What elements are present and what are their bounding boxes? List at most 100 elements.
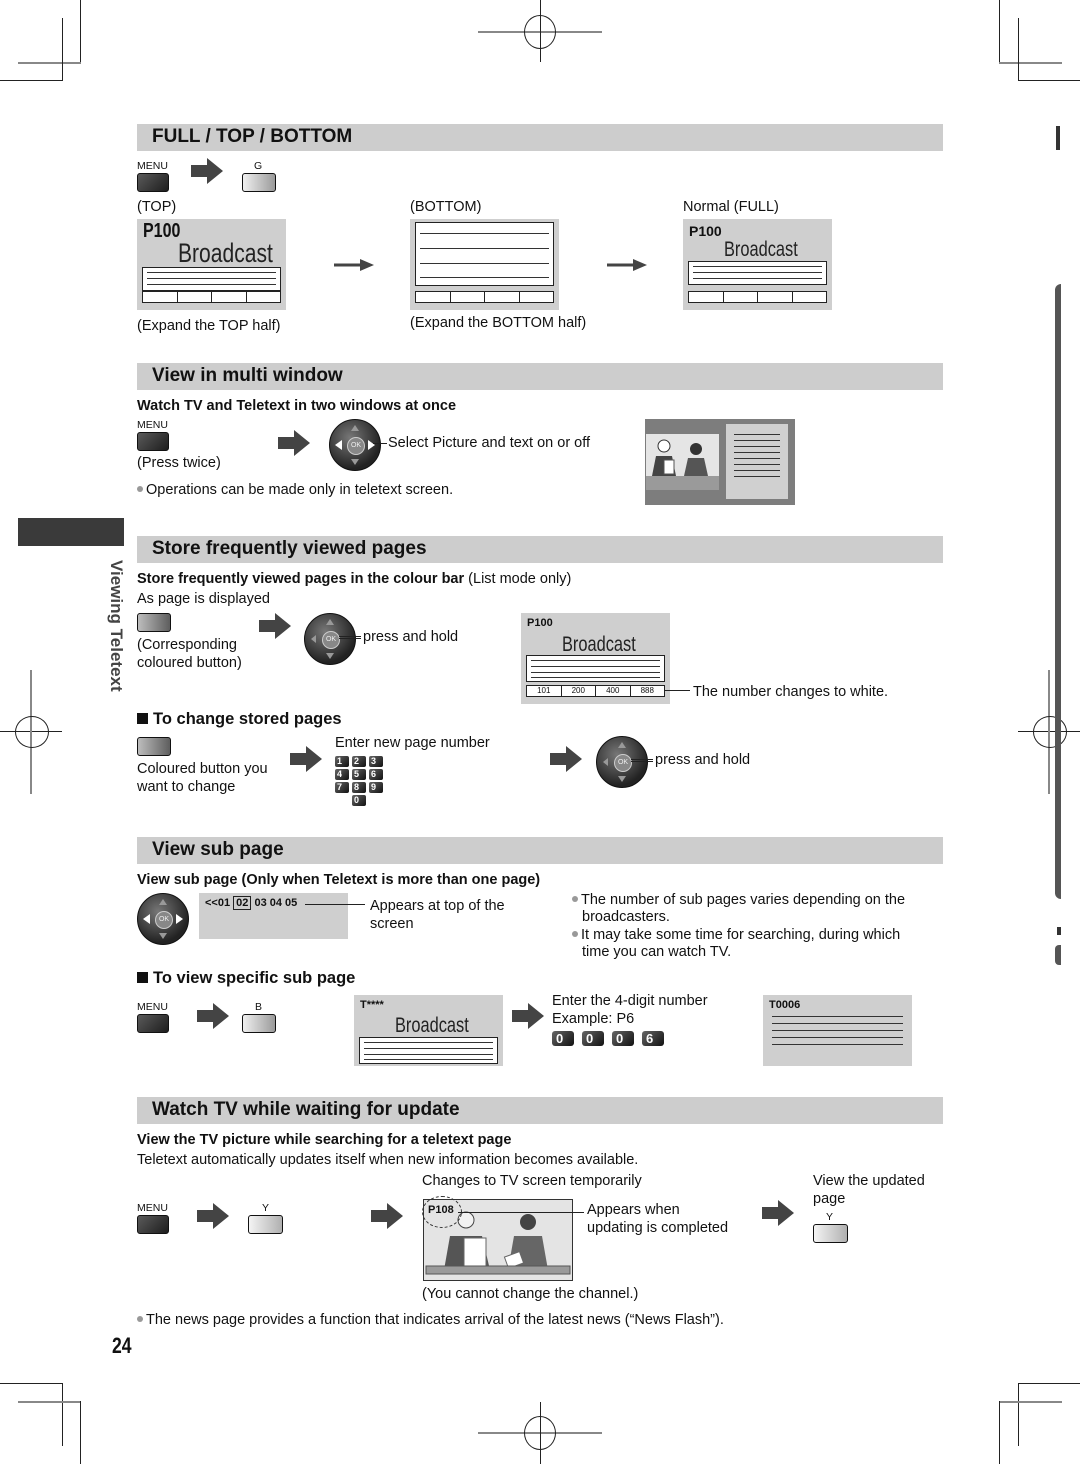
sub-page-note: time you can watch TV. xyxy=(582,944,732,960)
colour-key-label: G xyxy=(254,160,263,172)
view-updated-text: page xyxy=(813,1191,846,1207)
button-caption: Coloured button you xyxy=(137,761,268,777)
crop-mark xyxy=(0,80,63,81)
caption-bottom: (Expand the BOTTOM half) xyxy=(410,315,587,331)
arrow-right-icon xyxy=(191,158,223,184)
as-displayed-text: As page is displayed xyxy=(137,591,270,607)
bullet-icon xyxy=(137,486,143,493)
navigation-pad[interactable]: OK xyxy=(596,736,648,788)
key-7[interactable]: 7 xyxy=(335,782,349,793)
nav-arrows-icon xyxy=(311,619,334,659)
fastext-slot: 200 xyxy=(562,686,596,696)
multi-window-illustration xyxy=(645,419,795,505)
digit-key[interactable]: 0 xyxy=(582,1031,604,1046)
crop-mark xyxy=(80,0,81,63)
arrow-right-icon xyxy=(371,1203,403,1229)
key-4[interactable]: 4 xyxy=(335,769,349,780)
enter-digits-text: Enter the 4-digit number xyxy=(552,993,708,1009)
menu-button[interactable] xyxy=(137,1014,169,1033)
menu-key-label: MENU xyxy=(137,419,168,431)
arrow-right-icon xyxy=(197,1203,229,1229)
crop-mark xyxy=(999,62,1062,64)
yellow-button[interactable] xyxy=(813,1224,848,1243)
news-flash-note: The news page provides a function that i… xyxy=(137,1311,724,1329)
cannot-change-note: (You cannot change the channel.) xyxy=(422,1286,639,1302)
section-title: Store frequently viewed pages xyxy=(152,538,427,559)
menu-button[interactable] xyxy=(137,173,169,192)
key-9[interactable]: 9 xyxy=(369,782,383,793)
adjacent-page-edge xyxy=(1055,284,1061,899)
leader-line xyxy=(305,904,365,905)
select-picture-text: Select Picture and text on or off xyxy=(388,435,591,451)
fastext-bar xyxy=(688,291,827,303)
navigation-pad[interactable]: OK xyxy=(329,419,381,471)
key-1[interactable]: 1 xyxy=(335,756,349,767)
key-0[interactable]: 0 xyxy=(352,795,366,806)
tv-picture-icon xyxy=(646,434,719,490)
navigation-pad[interactable]: OK xyxy=(137,893,189,945)
green-button[interactable] xyxy=(242,173,276,192)
section-subtitle: View sub page (Only when Teletext is mor… xyxy=(137,872,541,888)
digit-key[interactable]: 6 xyxy=(642,1031,664,1046)
menu-key-label: MENU xyxy=(137,1202,168,1214)
registration-mark xyxy=(15,716,49,748)
key-5[interactable]: 5 xyxy=(352,769,366,780)
colour-key-label: Y xyxy=(262,1202,270,1214)
section-subtitle: Watch TV and Teletext in two windows at … xyxy=(137,398,457,414)
menu-button[interactable] xyxy=(137,432,169,451)
teletext-screen-result: T0006 xyxy=(763,995,912,1066)
menu-key-label: MENU xyxy=(137,1001,168,1013)
key-2[interactable]: 2 xyxy=(352,756,366,767)
arrow-right-icon xyxy=(550,746,582,772)
page-badge: P108 xyxy=(428,1204,454,1216)
appears-text: screen xyxy=(370,916,414,932)
section-title: FULL / TOP / BOTTOM xyxy=(152,126,353,147)
crop-mark xyxy=(1018,80,1080,81)
coloured-button[interactable] xyxy=(137,613,171,632)
side-tab-label: Viewing Teletext xyxy=(107,560,126,692)
caption-top: (Expand the TOP half) xyxy=(137,318,281,334)
press-hold-text: press and hold xyxy=(655,752,751,768)
menu-button[interactable] xyxy=(137,1215,169,1234)
fastext-bar xyxy=(415,291,554,303)
changes-text: Changes to TV screen temporarily xyxy=(422,1173,642,1189)
press-twice-note: (Press twice) xyxy=(137,455,221,471)
square-bullet-icon xyxy=(137,972,148,983)
broadcast-text: Broadcast xyxy=(178,238,273,268)
digit-key[interactable]: 0 xyxy=(612,1031,634,1046)
text-lines xyxy=(359,1037,498,1064)
section-title: View sub page xyxy=(152,839,284,860)
blue-button[interactable] xyxy=(242,1014,276,1033)
teletext-screen-store: P100 Broadcast 101 200 400 888 xyxy=(521,613,670,704)
section-header-multi-window: View in multi window xyxy=(137,363,943,390)
key-3[interactable]: 3 xyxy=(369,756,383,767)
crop-mark xyxy=(1018,18,1019,81)
crop-mark xyxy=(999,1401,1062,1403)
leader-line xyxy=(664,690,690,691)
registration-mark xyxy=(1033,716,1067,748)
enter-page-number-text: Enter new page number xyxy=(335,735,490,751)
coloured-button[interactable] xyxy=(137,737,171,756)
fastext-bar xyxy=(142,291,281,303)
leader-line xyxy=(631,759,653,762)
button-caption: want to change xyxy=(137,779,236,795)
operations-note: Operations can be made only in teletext … xyxy=(137,481,453,499)
square-bullet-icon xyxy=(137,713,148,724)
update-description: Teletext automatically updates itself wh… xyxy=(137,1152,639,1168)
digit-key[interactable]: 0 xyxy=(552,1031,574,1046)
colour-key-label: Y xyxy=(826,1211,834,1223)
crop-mark xyxy=(999,0,1000,63)
colour-caption: coloured button) xyxy=(137,655,242,671)
registration-mark xyxy=(524,1416,556,1450)
crop-mark xyxy=(0,1383,63,1384)
text-lines xyxy=(688,261,827,285)
sub-page-indicator: <<01 02 03 04 05 xyxy=(205,896,298,910)
key-6[interactable]: 6 xyxy=(369,769,383,780)
yellow-button[interactable] xyxy=(248,1215,283,1234)
state-heading-bottom: (BOTTOM) xyxy=(410,199,482,215)
adjacent-page-edge xyxy=(1056,126,1060,150)
appears-when-text: Appears when xyxy=(587,1202,680,1218)
leader-line xyxy=(373,443,387,444)
key-8[interactable]: 8 xyxy=(352,782,366,793)
navigation-pad[interactable]: OK xyxy=(304,613,356,665)
